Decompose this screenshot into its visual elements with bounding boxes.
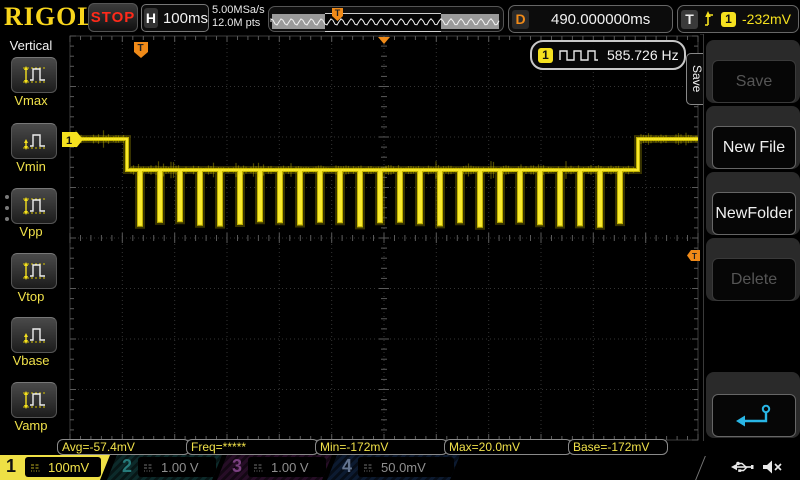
trigger-info-box[interactable]: T 1 -232mV	[677, 5, 799, 33]
measurement-readout: Freq=*****	[186, 439, 319, 455]
measure-button-vtop[interactable]	[11, 253, 57, 289]
measure-button-vbase[interactable]	[11, 317, 57, 353]
new-file-button[interactable]: New File	[712, 126, 796, 169]
trigger-label: T	[681, 9, 698, 29]
vamp-icon	[23, 391, 45, 409]
back-button[interactable]	[712, 394, 796, 437]
probe-icon	[254, 464, 263, 471]
sidebar-title: Vertical	[9, 38, 53, 53]
measure-sidebar: Vertical Vmax Vmin Vpp Vtop Vbase Vamp	[0, 34, 62, 441]
softkey-menu: Save New File NewFolder Delete	[703, 34, 800, 441]
measurement-readout: Base=-172mV	[568, 439, 668, 455]
trigger-delay-flag-icon: T	[134, 42, 148, 58]
vpp-icon	[23, 197, 45, 215]
measure-label: Vmax	[14, 93, 48, 108]
channel-scale-box: 100mV	[25, 457, 101, 477]
waveform-preview-strip[interactable]: T	[268, 6, 504, 32]
newfolder-button[interactable]: NewFolder	[712, 192, 796, 235]
vmin-icon	[23, 134, 45, 150]
svg-text:1: 1	[66, 135, 72, 147]
vmax-icon	[23, 66, 45, 84]
channel-number: 4	[342, 456, 353, 476]
channel-number: 1	[6, 456, 17, 476]
vbase-icon	[23, 328, 45, 344]
menu-tab-save: Save	[686, 53, 704, 105]
measure-button-vamp[interactable]	[11, 382, 57, 418]
run-state-indicator[interactable]: STOP	[88, 3, 138, 32]
graticule-and-trace: T 1 T	[62, 35, 700, 441]
probe-icon	[144, 464, 153, 471]
channel-scale-box: 1.00 V	[138, 457, 216, 477]
frequency-value: 585.726 Hz	[607, 47, 679, 63]
page-indicator-dot	[5, 195, 9, 199]
sample-rate: 5.00MSa/s	[212, 4, 265, 16]
measurement-readout: Max=20.0mV	[444, 439, 572, 455]
probe-icon	[364, 464, 373, 471]
timebase-value: 100ms	[162, 9, 208, 27]
svg-text:T: T	[692, 252, 697, 261]
page-indicator-dot	[5, 217, 9, 221]
svg-text:T: T	[138, 43, 144, 54]
oscilloscope-screen: RIGOL STOP H 100ms 5.00MSa/s 12.0M pts T…	[0, 0, 800, 480]
top-status-bar: RIGOL STOP H 100ms 5.00MSa/s 12.0M pts T…	[0, 0, 800, 35]
measure-label: Vbase	[12, 353, 50, 368]
rigol-logo: RIGOL	[4, 2, 96, 31]
system-status-icons	[730, 456, 796, 478]
channel-scale: 100mV	[48, 459, 90, 475]
measurement-readout: Avg=-57.4mV	[57, 439, 190, 455]
channel-4-status[interactable]: 4 50.0mV	[327, 455, 460, 480]
softkey-slot	[706, 372, 800, 438]
probe-icon	[31, 464, 40, 471]
channel-scale: 1.00 V	[271, 459, 309, 475]
channel-scale: 50.0mV	[381, 459, 426, 475]
measure-button-vmax[interactable]	[11, 57, 57, 93]
preview-waveform	[270, 18, 500, 26]
trigger-delay-box[interactable]: D 490.000000ms	[508, 5, 673, 33]
frequency-counter: 1 585.726 Hz	[530, 40, 686, 70]
horizontal-label: H	[144, 8, 158, 28]
channel-2-status[interactable]: 2 1.00 V	[107, 455, 222, 480]
softkey-slot: Save	[706, 40, 800, 103]
trigger-level-value: -232mV	[742, 11, 792, 27]
page-indicator-dot	[5, 206, 9, 210]
softkey-slot: Delete	[706, 238, 800, 301]
measure-button-vmin[interactable]	[11, 123, 57, 159]
save-button[interactable]: Save	[712, 60, 796, 103]
measure-button-vpp[interactable]	[11, 188, 57, 224]
channel-1-status[interactable]: 1 100mV	[0, 455, 110, 480]
channel-scale-box: 1.00 V	[248, 457, 326, 477]
channel-number: 3	[232, 456, 243, 476]
delay-value: 490.000000ms	[551, 10, 651, 28]
channel-scale-box: 50.0mV	[358, 457, 454, 477]
measurement-readout: Min=-172mV	[315, 439, 448, 455]
trigger-source-badge: 1	[721, 11, 736, 27]
memory-depth: 12.0M pts	[212, 17, 261, 29]
usb-icon	[731, 461, 754, 472]
speaker-muted-icon	[763, 460, 782, 474]
measure-label: Vamp	[14, 418, 48, 433]
delay-label: D	[512, 9, 529, 29]
measurement-readout-row: Avg=-57.4mV Freq=***** Min=-172mV Max=20.0m…	[0, 439, 800, 455]
channel1-level-marker-icon: 1	[62, 132, 83, 147]
softkey-slot: New File	[706, 106, 800, 169]
measure-label: Vmin	[16, 159, 46, 174]
channel-3-status[interactable]: 3 1.00 V	[217, 455, 332, 480]
acquisition-info: 5.00MSa/s 12.0M pts	[212, 4, 272, 32]
vtop-icon	[23, 262, 45, 280]
horizontal-timebase-box[interactable]: H 100ms	[141, 4, 209, 32]
channel-scale: 1.00 V	[161, 459, 199, 475]
waveform-display-area[interactable]: T 1 T	[62, 34, 700, 442]
square-wave-icon	[559, 50, 598, 61]
freq-counter-channel-badge: 1	[538, 47, 553, 63]
return-arrow-icon	[736, 404, 771, 426]
softkey-slot: NewFolder	[706, 172, 800, 235]
trigger-level-marker-icon: T	[687, 250, 700, 261]
rising-edge-icon	[705, 11, 713, 26]
delete-button[interactable]: Delete	[712, 258, 796, 301]
measure-label: Vtop	[17, 289, 45, 304]
channel-number: 2	[122, 456, 133, 476]
measure-label: Vpp	[19, 224, 43, 239]
channel-status-bar: 1 100mV 2 1.00 V 3 1.00 V 4 50.0mV	[0, 455, 800, 480]
trigger-position-marker-icon	[378, 37, 390, 44]
